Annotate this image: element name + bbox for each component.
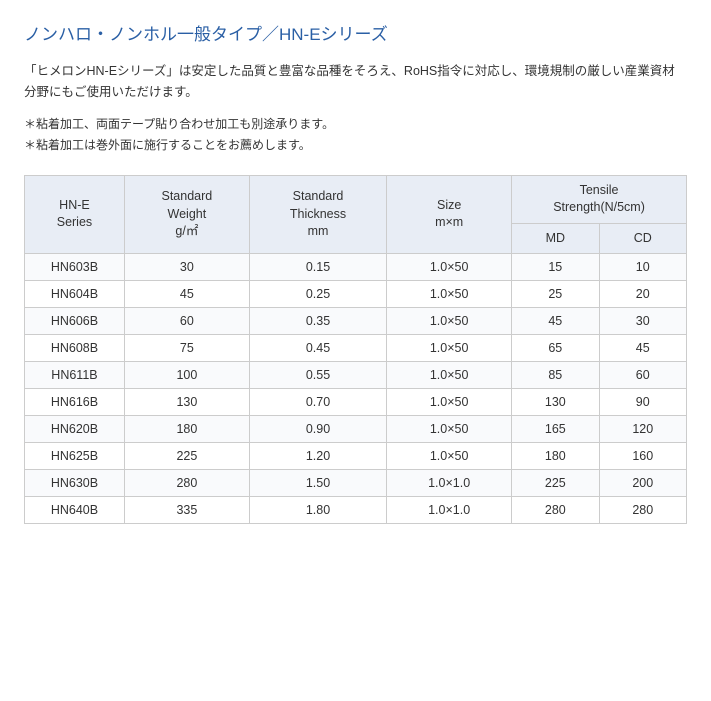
- header-md: MD: [512, 223, 599, 254]
- table-row: HN616B1300.701.0×5013090: [25, 389, 687, 416]
- cell-series: HN625B: [25, 443, 125, 470]
- cell-cd: 120: [599, 416, 686, 443]
- cell-size: 1.0×50: [387, 362, 512, 389]
- cell-md: 65: [512, 335, 599, 362]
- page-title: ノンハロ・ノンホル一般タイプ／HN-Eシリーズ: [24, 20, 687, 45]
- cell-series: HN616B: [25, 389, 125, 416]
- table-row: HN606B600.351.0×504530: [25, 308, 687, 335]
- cell-weight: 180: [124, 416, 249, 443]
- cell-thickness: 0.15: [249, 254, 386, 281]
- cell-weight: 100: [124, 362, 249, 389]
- cell-series: HN603B: [25, 254, 125, 281]
- cell-series: HN640B: [25, 497, 125, 524]
- table-row: HN625B2251.201.0×50180160: [25, 443, 687, 470]
- cell-size: 1.0×50: [387, 308, 512, 335]
- header-series: HN-ESeries: [25, 175, 125, 254]
- header-cd: CD: [599, 223, 686, 254]
- cell-thickness: 0.55: [249, 362, 386, 389]
- cell-md: 85: [512, 362, 599, 389]
- cell-series: HN630B: [25, 470, 125, 497]
- cell-size: 1.0×50: [387, 335, 512, 362]
- cell-series: HN604B: [25, 281, 125, 308]
- header-weight: StandardWeightg/㎡: [124, 175, 249, 254]
- cell-weight: 75: [124, 335, 249, 362]
- cell-series: HN620B: [25, 416, 125, 443]
- cell-size: 1.0×50: [387, 416, 512, 443]
- cell-md: 180: [512, 443, 599, 470]
- table-row: HN603B300.151.0×501510: [25, 254, 687, 281]
- table-row: HN604B450.251.0×502520: [25, 281, 687, 308]
- cell-series: HN606B: [25, 308, 125, 335]
- cell-cd: 160: [599, 443, 686, 470]
- cell-thickness: 1.20: [249, 443, 386, 470]
- cell-thickness: 0.45: [249, 335, 386, 362]
- cell-cd: 45: [599, 335, 686, 362]
- cell-thickness: 1.80: [249, 497, 386, 524]
- notes-section: ＊粘着加工、両面テープ貼り合わせ加工も別途承ります。 ＊粘着加工は巻外面に施行す…: [24, 114, 687, 157]
- cell-thickness: 1.50: [249, 470, 386, 497]
- cell-weight: 280: [124, 470, 249, 497]
- product-table: HN-ESeries StandardWeightg/㎡ StandardThi…: [24, 175, 687, 525]
- cell-size: 1.0×50: [387, 389, 512, 416]
- table-row: HN640B3351.801.0×1.0280280: [25, 497, 687, 524]
- cell-weight: 60: [124, 308, 249, 335]
- table-row: HN630B2801.501.0×1.0225200: [25, 470, 687, 497]
- cell-size: 1.0×50: [387, 443, 512, 470]
- cell-size: 1.0×1.0: [387, 470, 512, 497]
- cell-cd: 60: [599, 362, 686, 389]
- cell-md: 130: [512, 389, 599, 416]
- cell-cd: 20: [599, 281, 686, 308]
- cell-weight: 335: [124, 497, 249, 524]
- cell-series: HN608B: [25, 335, 125, 362]
- cell-cd: 200: [599, 470, 686, 497]
- cell-md: 280: [512, 497, 599, 524]
- cell-weight: 225: [124, 443, 249, 470]
- table-row: HN620B1800.901.0×50165120: [25, 416, 687, 443]
- cell-md: 225: [512, 470, 599, 497]
- header-size: Sizem×m: [387, 175, 512, 254]
- cell-weight: 45: [124, 281, 249, 308]
- cell-md: 45: [512, 308, 599, 335]
- cell-thickness: 0.70: [249, 389, 386, 416]
- cell-thickness: 0.35: [249, 308, 386, 335]
- cell-cd: 10: [599, 254, 686, 281]
- cell-md: 15: [512, 254, 599, 281]
- header-thickness: StandardThicknessmm: [249, 175, 386, 254]
- cell-series: HN611B: [25, 362, 125, 389]
- header-tensile: TensileStrength(N/5cm): [512, 175, 687, 223]
- cell-size: 1.0×1.0: [387, 497, 512, 524]
- table-row: HN608B750.451.0×506545: [25, 335, 687, 362]
- cell-size: 1.0×50: [387, 254, 512, 281]
- cell-weight: 130: [124, 389, 249, 416]
- cell-cd: 90: [599, 389, 686, 416]
- note-2: ＊粘着加工は巻外面に施行することをお薦めします。: [24, 135, 687, 157]
- cell-cd: 30: [599, 308, 686, 335]
- cell-cd: 280: [599, 497, 686, 524]
- cell-thickness: 0.90: [249, 416, 386, 443]
- cell-size: 1.0×50: [387, 281, 512, 308]
- cell-md: 25: [512, 281, 599, 308]
- cell-md: 165: [512, 416, 599, 443]
- cell-weight: 30: [124, 254, 249, 281]
- note-1: ＊粘着加工、両面テープ貼り合わせ加工も別途承ります。: [24, 114, 687, 136]
- cell-thickness: 0.25: [249, 281, 386, 308]
- table-row: HN611B1000.551.0×508560: [25, 362, 687, 389]
- description-text: 「ヒメロンHN-Eシリーズ」は安定した品質と豊富な品種をそろえ、RoHS指令に対…: [24, 61, 687, 104]
